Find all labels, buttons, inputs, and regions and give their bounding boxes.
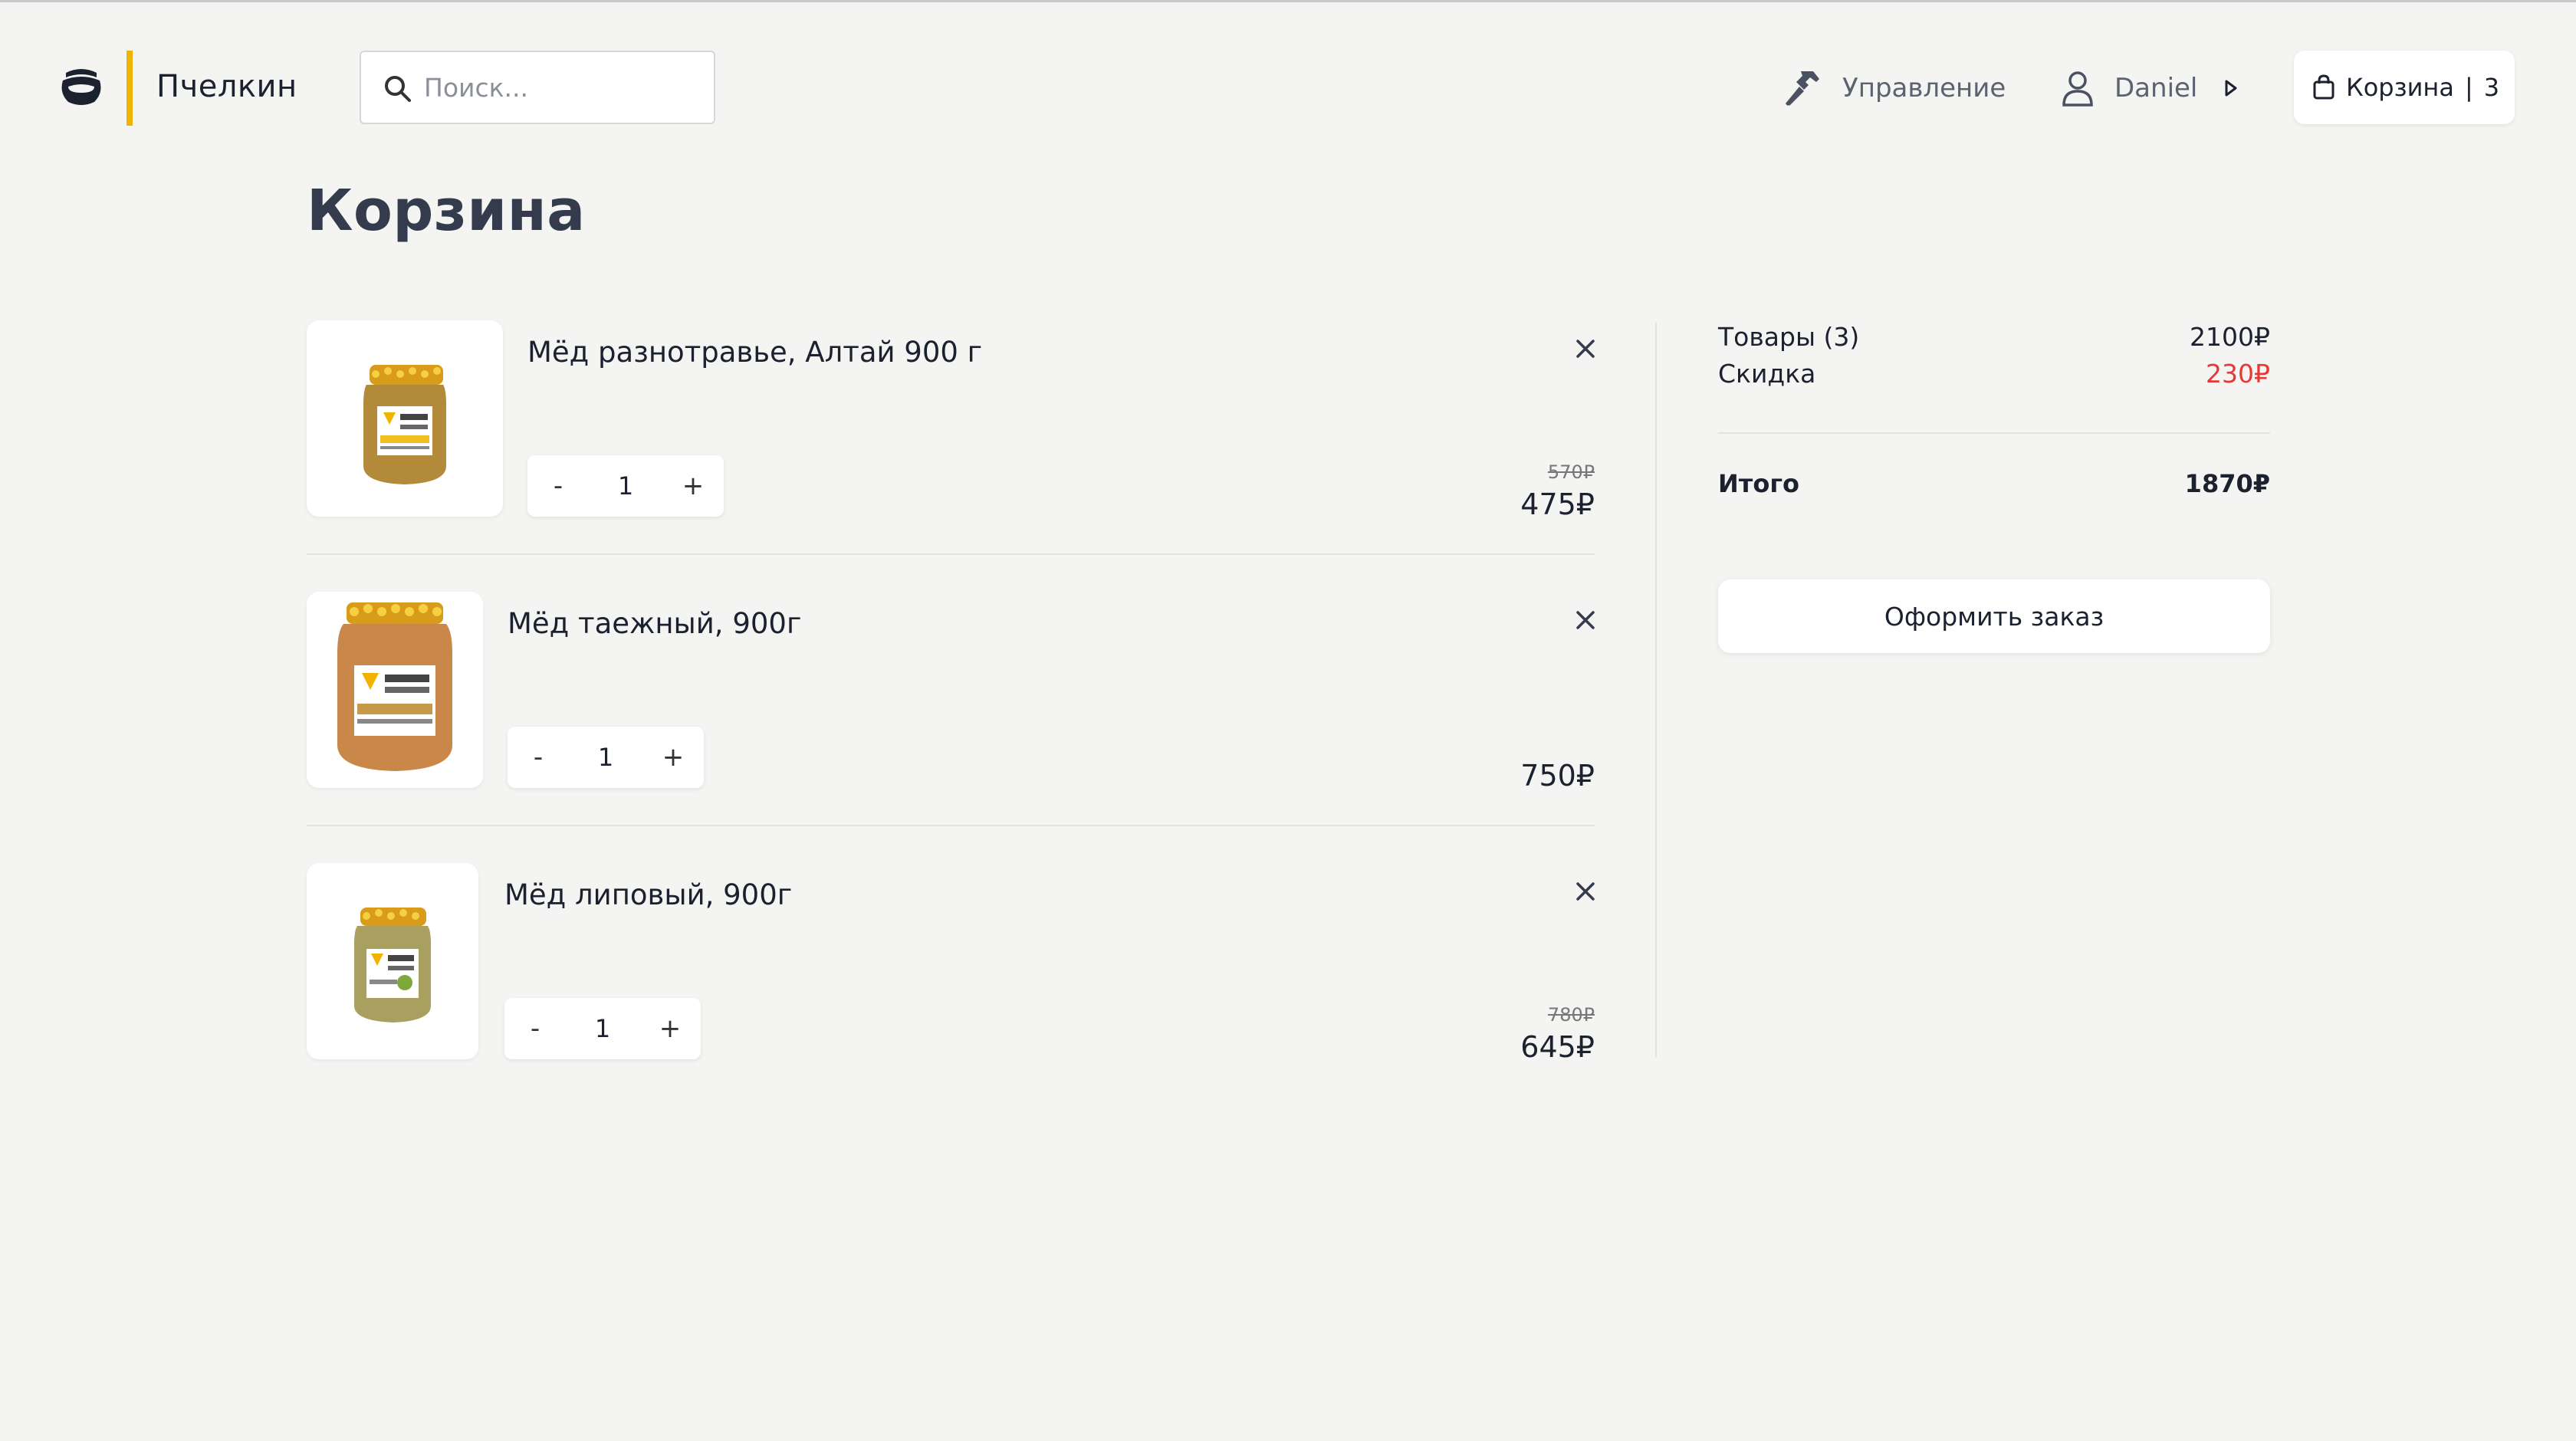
total-value: 1870₽: [2184, 469, 2270, 498]
honey-jar-image: [363, 365, 446, 484]
honey-jar-image: [354, 908, 431, 1022]
hammer-icon: [1786, 71, 1819, 106]
cart-label: Корзина: [2346, 73, 2454, 102]
cart-item: Мёд разнотравье, Алтай 900 г - 1 + 570₽ …: [307, 320, 1595, 550]
search-input[interactable]: [424, 67, 700, 107]
quantity-stepper: - 1 +: [504, 998, 701, 1059]
items-value: 2100₽: [2190, 322, 2270, 352]
page-title: Корзина: [307, 178, 586, 244]
user-menu[interactable]: Daniel: [2061, 67, 2237, 110]
quantity-value[interactable]: 1: [566, 998, 639, 1059]
summary-total-row: Итого 1870₽: [1718, 469, 2270, 506]
search-icon: [385, 76, 411, 102]
brand-name[interactable]: Пчелкин: [156, 67, 297, 106]
cart-item: Мёд таежный, 900г - 1 + 750₽: [307, 592, 1595, 822]
quantity-value[interactable]: 1: [569, 727, 642, 788]
product-name[interactable]: Мёд таежный, 900г: [508, 607, 801, 640]
user-icon: [2062, 71, 2093, 107]
old-price: 570₽: [1547, 461, 1595, 483]
cart-separator: |: [2464, 73, 2473, 102]
increase-quantity-button[interactable]: +: [662, 455, 724, 517]
shopping-bag-icon: [2313, 74, 2334, 100]
increase-quantity-button[interactable]: +: [639, 998, 701, 1059]
quantity-value[interactable]: 1: [589, 455, 662, 517]
column-divider: [1655, 322, 1657, 1058]
user-name: Daniel: [2114, 73, 2198, 103]
cart-count: 3: [2483, 73, 2500, 102]
product-image[interactable]: [307, 863, 478, 1059]
cart-button[interactable]: Корзина | 3: [2294, 51, 2515, 124]
order-summary: Товары (3) 2100₽ Скидка 230₽ Итого 1870₽: [1718, 322, 2270, 506]
honey-jar-image: [337, 602, 452, 771]
admin-label: Управление: [1842, 73, 2006, 103]
quantity-stepper: - 1 +: [527, 455, 724, 517]
summary-items-row: Товары (3) 2100₽: [1718, 322, 2270, 359]
product-name[interactable]: Мёд липовый, 900г: [504, 878, 792, 911]
close-icon[interactable]: [1574, 609, 1597, 632]
discount-value: 230₽: [2206, 359, 2270, 389]
checkout-button[interactable]: Оформить заказ: [1718, 579, 2270, 653]
caret-right-icon: [2225, 80, 2237, 97]
price: 475₽: [1520, 487, 1595, 521]
decrease-quantity-button[interactable]: -: [527, 455, 589, 517]
summary-divider: [1718, 432, 2270, 434]
decrease-quantity-button[interactable]: -: [504, 998, 566, 1059]
decrease-quantity-button[interactable]: -: [508, 727, 569, 788]
brand-accent-bar: [127, 51, 133, 126]
cart-item: Мёд липовый, 900г - 1 + 780₽ 645₽: [307, 863, 1595, 1093]
product-name[interactable]: Мёд разнотравье, Алтай 900 г: [527, 336, 982, 369]
honey-pot-icon[interactable]: [59, 64, 104, 108]
increase-quantity-button[interactable]: +: [642, 727, 704, 788]
close-icon[interactable]: [1574, 880, 1597, 903]
quantity-stepper: - 1 +: [508, 727, 704, 788]
price: 645₽: [1520, 1030, 1595, 1064]
price: 750₽: [1520, 759, 1595, 793]
admin-link[interactable]: Управление: [1783, 67, 2006, 110]
product-image[interactable]: [307, 320, 503, 517]
discount-label: Скидка: [1718, 359, 1816, 389]
old-price: 780₽: [1547, 1004, 1595, 1026]
summary-discount-row: Скидка 230₽: [1718, 359, 2270, 396]
items-label: Товары (3): [1718, 322, 1860, 352]
product-image[interactable]: [307, 592, 483, 788]
item-divider: [307, 553, 1595, 555]
search-box[interactable]: [360, 51, 715, 124]
close-icon[interactable]: [1574, 337, 1597, 360]
total-label: Итого: [1718, 469, 1800, 498]
item-divider: [307, 825, 1595, 826]
site-header: Пчелкин Управление Daniel Корзина | 3: [0, 2, 2576, 171]
